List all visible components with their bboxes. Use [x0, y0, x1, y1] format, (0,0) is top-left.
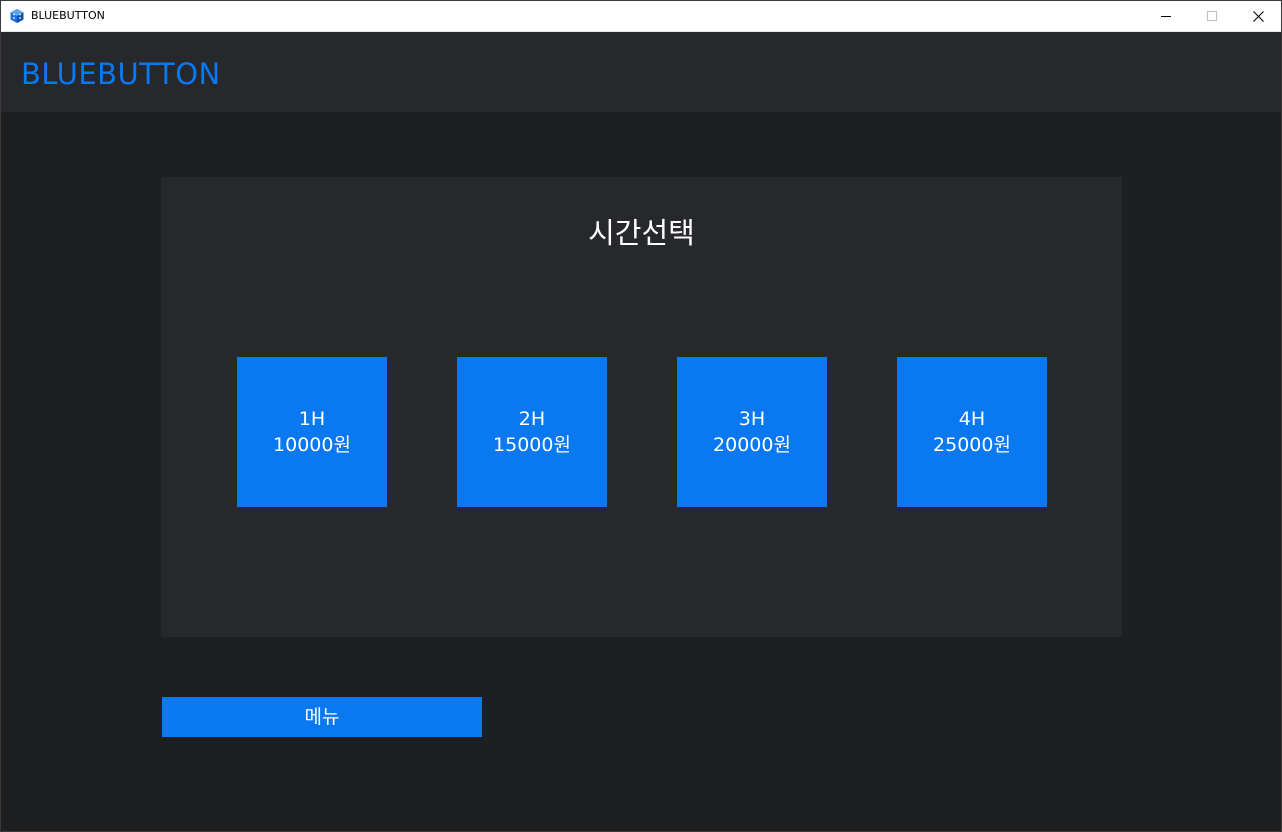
window-title: BLUEBUTTON: [31, 9, 105, 22]
minimize-button[interactable]: [1143, 1, 1189, 31]
time-option-price: 15000원: [493, 434, 571, 456]
time-select-panel: 시간선택 1H 10000원 2H 15000원 3H 20000원 4H 25…: [161, 177, 1122, 637]
time-option-hours: 2H: [518, 408, 546, 430]
time-option-4h-button[interactable]: 4H 25000원: [897, 357, 1047, 507]
time-option-hours: 4H: [958, 408, 986, 430]
app-header: BLUEBUTTON: [1, 32, 1281, 112]
panel-title: 시간선택: [588, 216, 695, 250]
time-option-hours: 3H: [738, 408, 766, 430]
maximize-icon: [1207, 11, 1217, 21]
close-button[interactable]: [1235, 1, 1281, 31]
maximize-button[interactable]: [1189, 1, 1235, 31]
time-option-price: 10000원: [273, 434, 351, 456]
app-window: BLUEBUTTON BLUEBUTTON 시간선택 1H 10000원 2H …: [0, 0, 1282, 832]
minimize-icon: [1161, 16, 1171, 17]
time-option-hours: 1H: [298, 408, 326, 430]
time-option-2h-button[interactable]: 2H 15000원: [457, 357, 607, 507]
brand-title: BLUEBUTTON: [21, 57, 221, 91]
menu-button[interactable]: 메뉴: [162, 697, 482, 737]
time-option-price: 25000원: [933, 434, 1011, 456]
time-option-1h-button[interactable]: 1H 10000원: [237, 357, 387, 507]
time-option-price: 20000원: [713, 434, 791, 456]
title-bar[interactable]: BLUEBUTTON: [1, 1, 1281, 32]
time-option-3h-button[interactable]: 3H 20000원: [677, 357, 827, 507]
close-icon: [1252, 10, 1264, 22]
app-cube-icon: [10, 9, 24, 23]
